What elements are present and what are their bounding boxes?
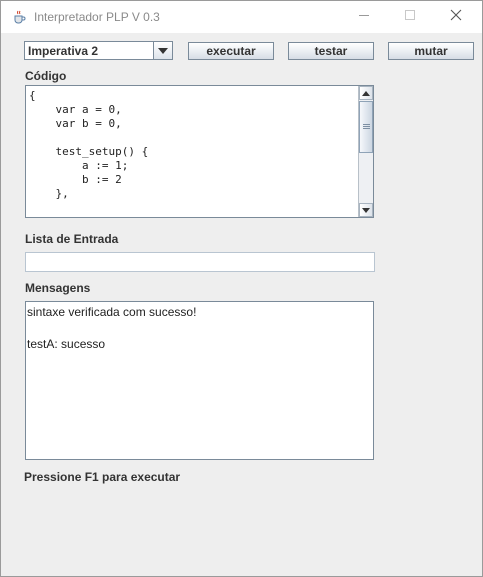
code-label: Código: [25, 69, 67, 83]
message-line: testA: sucesso: [27, 337, 106, 351]
message-line: sintaxe verificada com sucesso!: [27, 305, 197, 319]
close-icon: [450, 8, 462, 26]
arrow-down-icon[interactable]: [359, 203, 373, 217]
window-title: Interpretador PLP V 0.3: [34, 10, 160, 24]
minimize-icon: [358, 8, 370, 26]
input-list-field[interactable]: [25, 252, 375, 272]
language-select[interactable]: Imperativa 2: [24, 41, 173, 60]
scroll-thumb[interactable]: [359, 101, 373, 153]
messages-area[interactable]: sintaxe verificada com sucesso! testA: s…: [25, 301, 374, 460]
java-cup-icon: [12, 10, 26, 24]
chevron-down-icon[interactable]: [153, 42, 172, 59]
messages-label: Mensagens: [25, 281, 91, 295]
execute-button[interactable]: executar: [188, 42, 274, 60]
minimize-button[interactable]: [341, 1, 387, 33]
language-select-value: Imperativa 2: [28, 44, 99, 58]
arrow-up-icon[interactable]: [359, 86, 373, 100]
mutate-button[interactable]: mutar: [388, 42, 474, 60]
code-scrollbar[interactable]: [358, 86, 373, 217]
maximize-button[interactable]: [387, 1, 433, 33]
app-window: Interpretador PLP V 0.3 Imperativa 2 exe…: [0, 0, 483, 577]
code-content[interactable]: { var a = 0, var b = 0, test_setup() { a…: [29, 89, 148, 217]
input-list-label: Lista de Entrada: [25, 232, 119, 246]
title-bar[interactable]: Interpretador PLP V 0.3: [1, 1, 482, 33]
close-button[interactable]: [433, 1, 479, 33]
status-hint: Pressione F1 para executar: [24, 470, 181, 484]
code-editor[interactable]: { var a = 0, var b = 0, test_setup() { a…: [25, 85, 374, 218]
maximize-icon: [404, 8, 416, 26]
test-button[interactable]: testar: [288, 42, 374, 60]
